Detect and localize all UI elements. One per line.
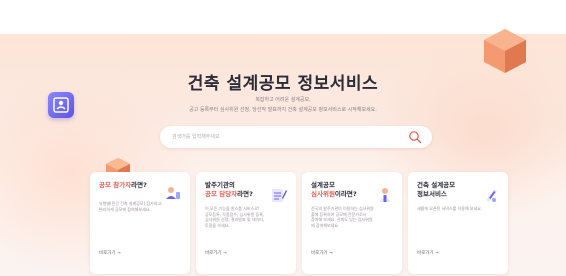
hero-subtitle-line2: 공고 등록부터 심사위원 선정, 당선작 발표까지 건축 설계공모 정보서비스로… bbox=[189, 107, 377, 113]
card-judge[interactable]: 설계공모 심사위원이라면? 전국의 발주기관이 이용하는 심사위원 풀에 등록하… bbox=[302, 172, 402, 274]
card-organizer[interactable]: 발주기관의 공모 담당자라면? 이 모든 기능을 원스톱 서비스로! 공모등록,… bbox=[196, 172, 296, 274]
card-title: 건축 설계공모 정보서비스 bbox=[417, 181, 456, 198]
card-link-button[interactable]: 바로가기 → bbox=[311, 250, 333, 256]
card-link-button[interactable]: 바로가기 → bbox=[417, 250, 439, 256]
card-link-button[interactable]: 바로가기 → bbox=[205, 250, 227, 256]
card-participant[interactable]: 공모 참가자라면? 유형별(민간 건축 설계공모) 참가하고, 편리하게 공모에… bbox=[90, 172, 190, 274]
user-check-icon bbox=[379, 188, 391, 202]
card-description: 새롭게 오픈된 서비스를 이용해 보세요. bbox=[417, 206, 483, 211]
card-title: 공모 참가자라면? bbox=[99, 181, 147, 189]
search-icon[interactable] bbox=[408, 130, 422, 144]
user-pin-icon bbox=[166, 187, 180, 199]
card-description: 유형별(민간 건축 설계공모) 참가하고, 편리하게 공모에 참여해보세요. bbox=[99, 201, 163, 212]
hero-subtitle-line1: 복잡하고 어려운 설계공모, bbox=[255, 97, 311, 103]
card-description: 전국의 발주기관이 이용하는 심사위원 풀에 등록하여 공모에 전문가로서 참여… bbox=[311, 206, 374, 228]
card-title: 발주기관의 공모 담당자라면? bbox=[205, 181, 253, 198]
search-placeholder: 검색어를 입력해주세요 bbox=[172, 134, 220, 140]
page-title: 건축 설계공모 정보서비스 bbox=[187, 74, 379, 94]
card-description: 이 모든 기능을 원스톱 서비스로! 공모등록, 작품접수, 심사위원 등록, … bbox=[205, 206, 265, 228]
pencil-tag-icon bbox=[486, 189, 497, 202]
document-edit-icon bbox=[272, 189, 287, 202]
card-info-service[interactable]: 건축 설계공모 정보서비스 새롭게 오픈된 서비스를 이용해 보세요. 바로가기… bbox=[408, 172, 508, 274]
card-title: 설계공모 심사위원이라면? bbox=[311, 181, 357, 198]
search-input[interactable]: 검색어를 입력해주세요 bbox=[160, 126, 432, 148]
card-link-button[interactable]: 바로가기 → bbox=[99, 250, 121, 256]
